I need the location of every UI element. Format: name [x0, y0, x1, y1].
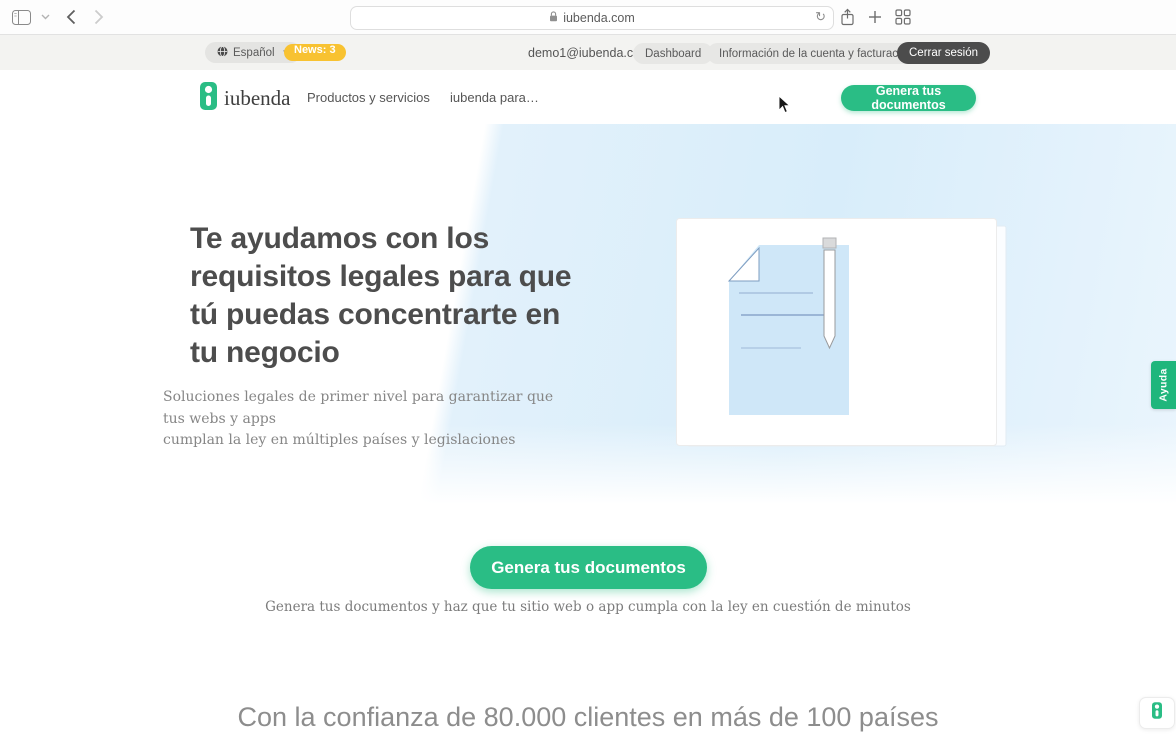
help-widget-button[interactable] — [1139, 697, 1175, 729]
logout-button[interactable]: Cerrar sesión — [897, 42, 990, 64]
language-label: Español — [233, 47, 275, 59]
document-illustration — [676, 218, 1016, 458]
address-bar[interactable]: iubenda.com ↻ — [350, 6, 834, 30]
hero-section: Te ayudamos con los requisitos legales p… — [0, 124, 1176, 508]
hero-subtitle: Soluciones legales de primer nivel para … — [163, 387, 563, 452]
brand-wordmark: iubenda — [224, 86, 290, 111]
generate-documents-main-button[interactable]: Genera tus documentos — [470, 546, 707, 589]
globe-icon — [217, 46, 228, 60]
account-info-button[interactable]: Información de la cuenta y facturación — [707, 43, 925, 64]
sidebar-icon[interactable] — [12, 10, 31, 25]
new-tab-icon[interactable] — [868, 10, 882, 24]
tab-overview-icon[interactable] — [895, 9, 911, 25]
sidebar-chevron-down-icon[interactable] — [41, 14, 50, 20]
main-nav: iubenda Productos y servicios iubenda pa… — [0, 70, 1176, 125]
trust-heading: Con la confianza de 80.000 clientes en m… — [0, 702, 1176, 733]
dashboard-button[interactable]: Dashboard — [633, 43, 713, 64]
cta-caption: Genera tus documentos y haz que tu sitio… — [0, 599, 1176, 615]
hero-title: Te ayudamos con los requisitos legales p… — [190, 220, 590, 372]
back-icon[interactable] — [66, 9, 76, 25]
browser-toolbar: iubenda.com ↻ — [0, 0, 1176, 35]
help-tab[interactable]: Ayuda — [1151, 361, 1176, 409]
account-bar: Español ▼ News: 3 demo1@iubenda.com Dash… — [0, 35, 1176, 71]
iubenda-widget-icon — [1152, 702, 1162, 724]
iubenda-logo-icon — [200, 82, 217, 115]
share-icon[interactable] — [840, 8, 855, 26]
news-badge[interactable]: News: 3 — [284, 44, 346, 61]
reload-icon[interactable]: ↻ — [815, 9, 826, 25]
nav-item-iubenda-for[interactable]: iubenda para… — [450, 90, 539, 105]
forward-icon[interactable] — [94, 9, 104, 25]
generate-documents-nav-button[interactable]: Genera tus documentos — [841, 85, 976, 111]
help-tab-label: Ayuda — [1158, 368, 1170, 401]
page: iubenda.com ↻ Español ▼ News: 3 demo1@iu… — [0, 0, 1176, 735]
iubenda-logo[interactable]: iubenda — [200, 82, 290, 115]
nav-item-products[interactable]: Productos y servicios — [307, 90, 430, 105]
address-url: iubenda.com — [563, 11, 635, 25]
lock-icon — [549, 11, 558, 25]
